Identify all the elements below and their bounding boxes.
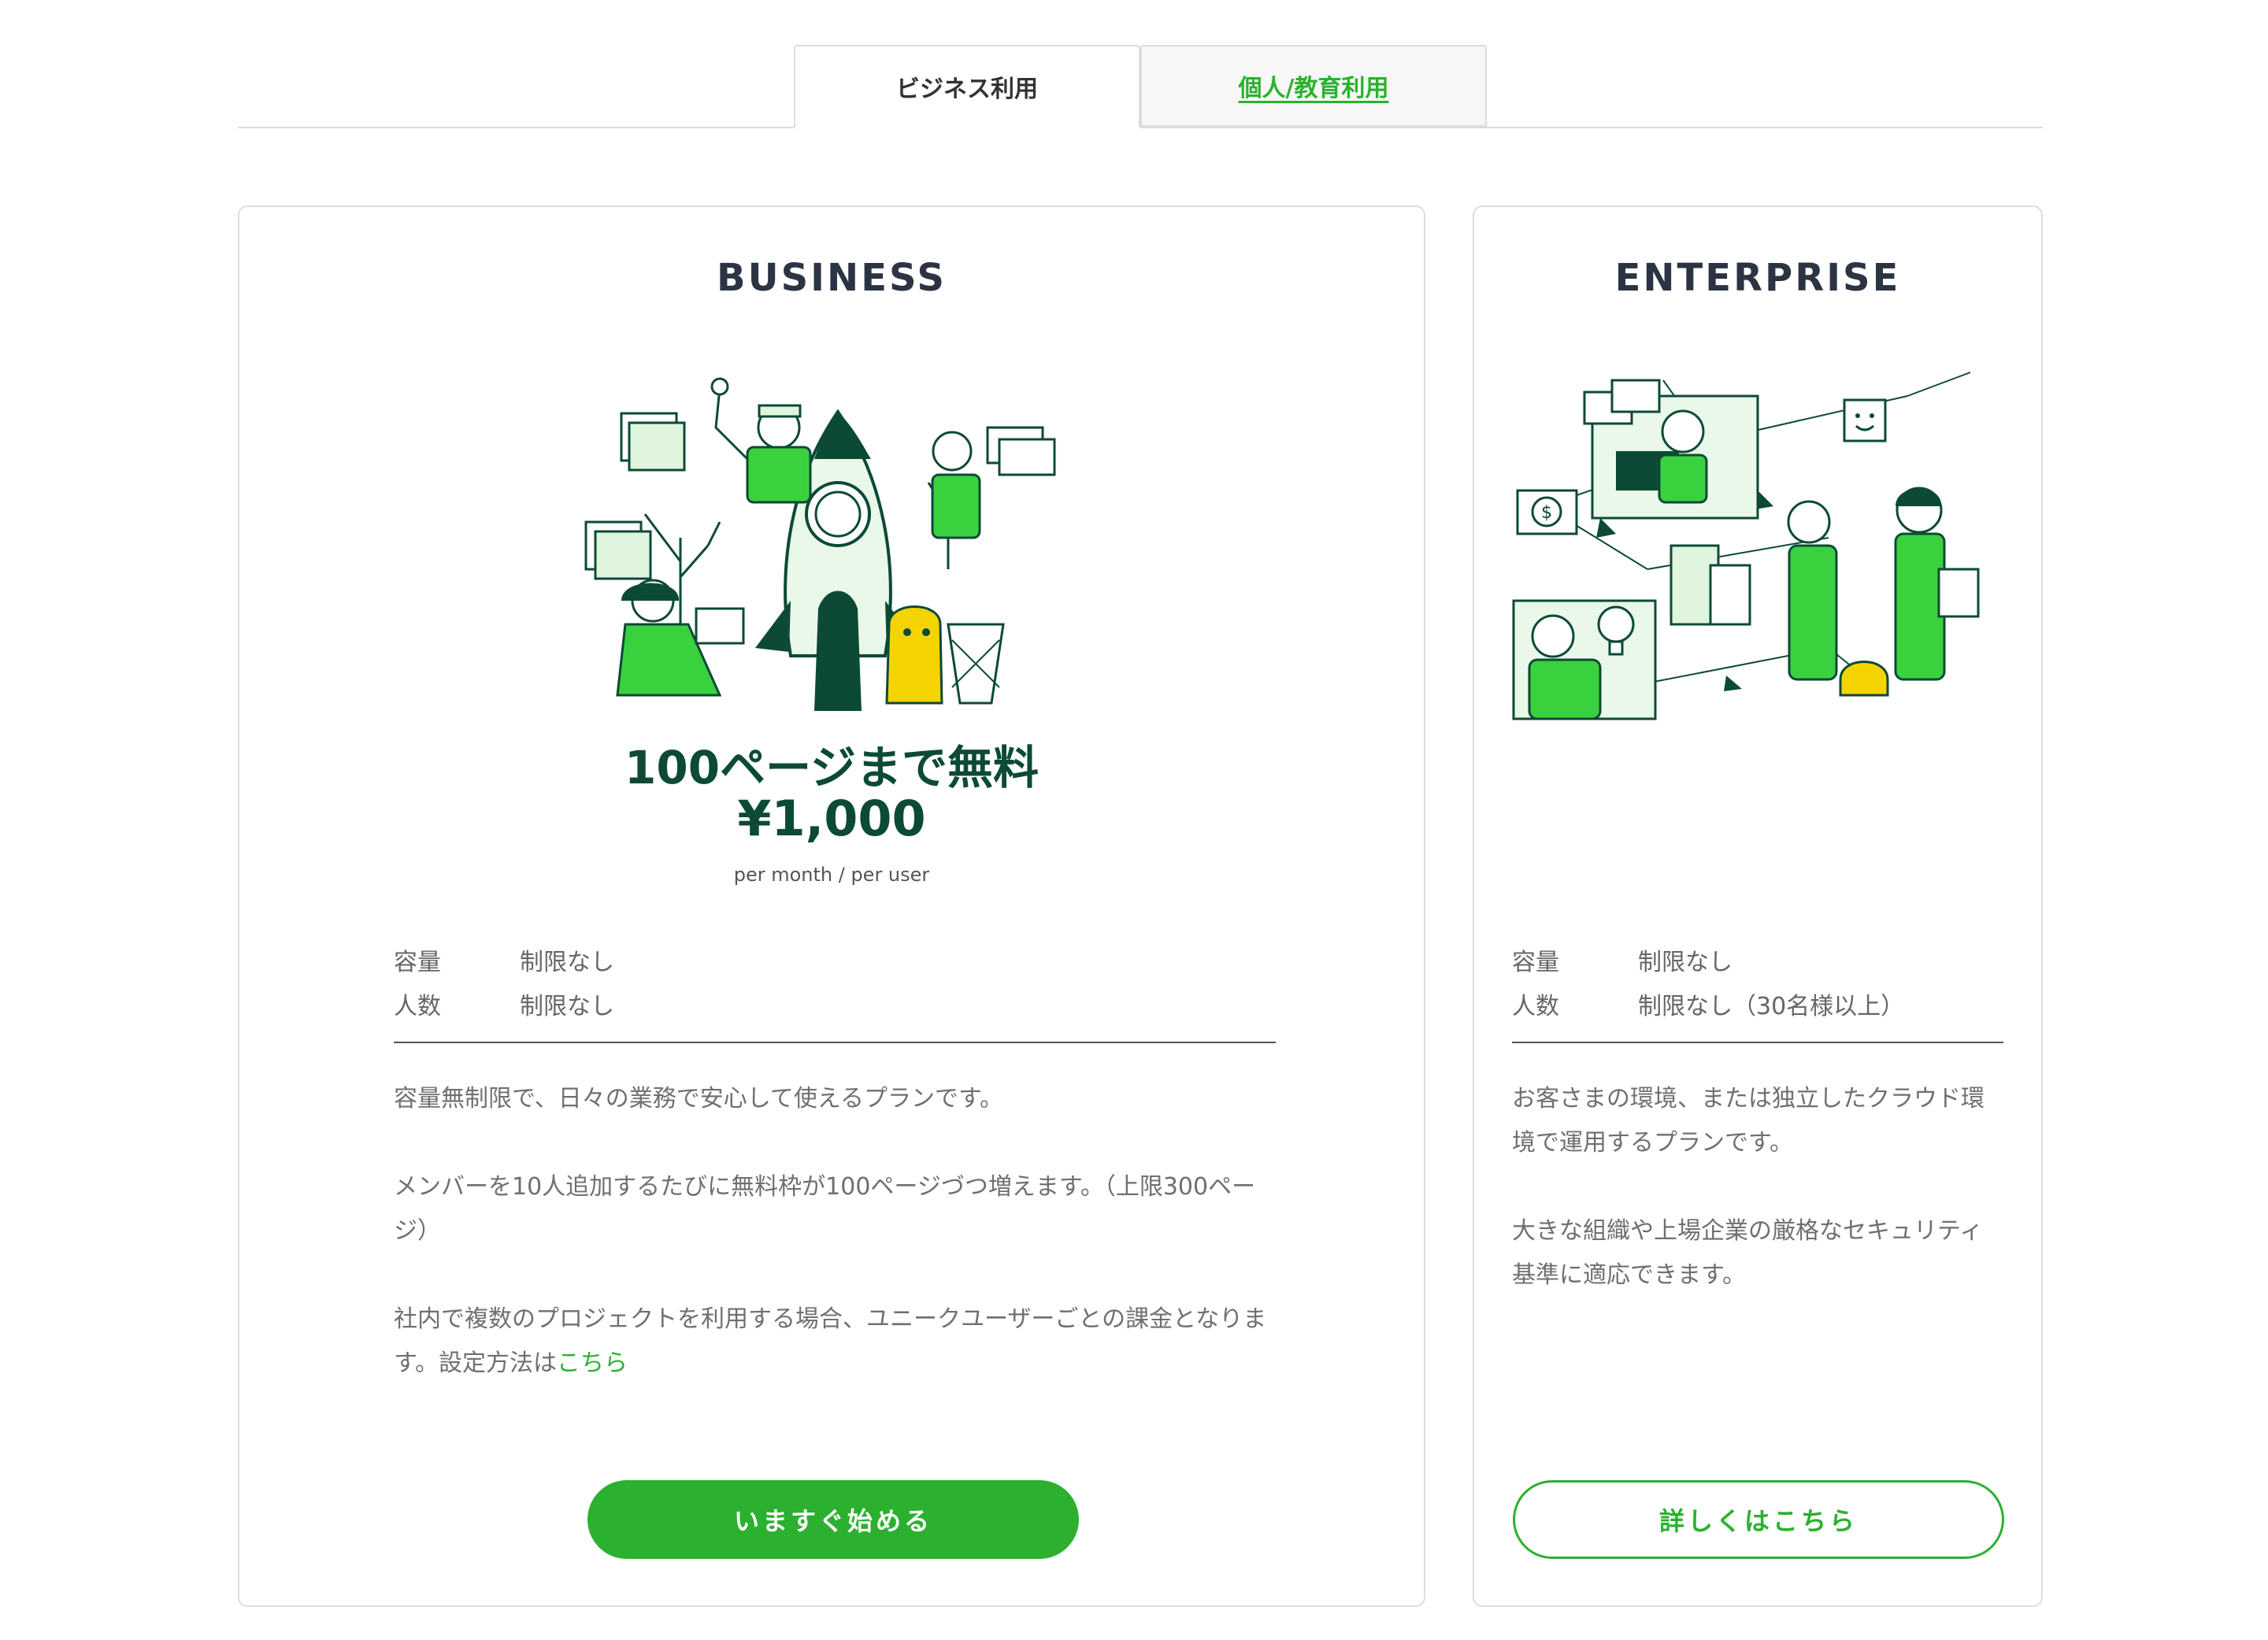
tab-business[interactable]: ビジネス利用 (794, 45, 1140, 128)
business-plan-title: BUSINESS (717, 256, 947, 300)
spec-row-members: 人数 制限なし（30名様以上） (1512, 985, 1904, 1029)
business-divider (394, 1042, 1276, 1043)
setup-method-link[interactable]: こちら (557, 1349, 628, 1377)
business-free-label: 100ページまで無料 (624, 741, 1039, 794)
tab-personal-education[interactable]: 個人/教育利用 (1140, 45, 1487, 127)
business-desc-3: 社内で複数のプロジェクトを利用する場合、ユニークユーザーごとの課金となります。設… (394, 1298, 1276, 1386)
enterprise-description: お客さまの環境、または独立したクラウド環境で運用するプランです。 大きな組織や上… (1512, 1077, 2003, 1342)
spec-label: 容量 (1512, 949, 1559, 976)
business-description: 容量無制限で、日々の業務で安心して使えるプランです。 メンバーを10人追加するた… (394, 1077, 1276, 1430)
enterprise-desc-1: お客さまの環境、または独立したクラウド環境で運用するプランです。 (1512, 1085, 1984, 1157)
spec-row-capacity: 容量 制限なし (394, 941, 614, 985)
business-price-unit: per month / per user (733, 864, 930, 886)
enterprise-plan-title: ENTERPRISE (1614, 256, 1901, 300)
business-illustration (584, 377, 1056, 711)
plan-tabs: ビジネス利用 個人/教育利用 (238, 45, 2043, 128)
spec-value: 制限なし（30名様以上） (1638, 993, 1905, 1020)
svg-text:$: $ (1541, 503, 1552, 523)
spec-row-members: 人数 制限なし (394, 985, 614, 1029)
spec-value: 制限なし (1638, 949, 1732, 976)
business-price: ¥1,000 (737, 790, 926, 847)
spec-value: 制限なし (520, 993, 614, 1020)
spec-label: 容量 (394, 949, 441, 976)
enterprise-illustration: $ (1512, 372, 1980, 720)
enterprise-divider (1512, 1042, 2003, 1043)
spec-value: 制限なし (520, 949, 614, 976)
start-now-button[interactable]: いますぐ始める (587, 1480, 1079, 1559)
spec-row-capacity: 容量 制限なし (1512, 941, 1904, 985)
enterprise-plan-card: ENTERPRISE $ 容量 制限なし 人数 制限なし（30名様以上） お客さ… (1473, 205, 2043, 1607)
enterprise-desc-2: 大きな組織や上場企業の厳格なセキュリティ基準に適応できます。 (1512, 1217, 1984, 1289)
business-desc-2: メンバーを10人追加するたびに無料枠が100ページづつ増えます。（上限300ペー… (394, 1173, 1256, 1245)
enterprise-specs: 容量 制限なし 人数 制限なし（30名様以上） (1512, 941, 1904, 1029)
business-desc-3-text: 社内で複数のプロジェクトを利用する場合、ユニークユーザーごとの課金となります。設… (394, 1305, 1267, 1377)
business-specs: 容量 制限なし 人数 制限なし (394, 941, 614, 1029)
learn-more-button[interactable]: 詳しくはこちら (1513, 1480, 2004, 1559)
business-desc-1: 容量無制限で、日々の業務で安心して使えるプランです。 (394, 1085, 1003, 1112)
spec-label: 人数 (1512, 993, 1559, 1020)
spec-label: 人数 (394, 993, 441, 1020)
business-plan-card: BUSINESS 100ページまで無料 ¥1,000 per month / p… (238, 205, 1425, 1607)
